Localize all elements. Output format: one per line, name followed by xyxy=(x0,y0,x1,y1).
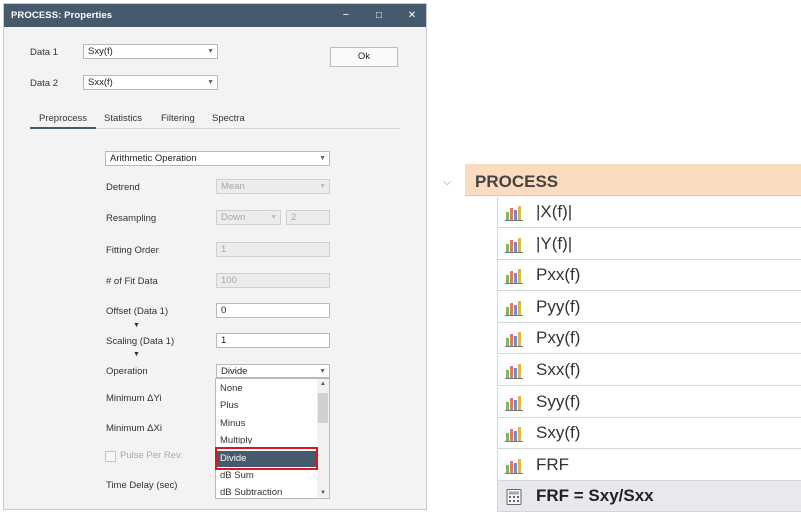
bar-chart-icon xyxy=(505,395,523,411)
tree-item[interactable]: Sxx(f) xyxy=(497,355,801,386)
operation-select[interactable]: Divide ▼ xyxy=(216,364,330,378)
operation-label: Operation xyxy=(106,366,148,377)
operation-type-value: Arithmetic Operation xyxy=(110,153,197,164)
tree-item-label: Pyy(f) xyxy=(536,296,581,316)
bar-chart-icon xyxy=(505,426,523,443)
option-minus[interactable]: Minus xyxy=(220,418,245,429)
tree-item-label: FRF = Sxy/Sxx xyxy=(536,486,654,506)
scaling-field[interactable]: 1 xyxy=(216,333,330,348)
min-dyi-label: Minimum ΔYi xyxy=(106,393,162,404)
pulse-per-rev-label: Pulse Per Rev. xyxy=(120,450,183,461)
title-bar: PROCESS: Properties − □ ✕ xyxy=(4,4,426,27)
offset-field[interactable]: 0 xyxy=(216,303,330,318)
fit-data-label: # of Fit Data xyxy=(106,276,158,287)
resampling-factor-field[interactable]: 2 xyxy=(286,210,330,225)
tree-item-label: Sxy(f) xyxy=(536,423,581,443)
tab-statistics[interactable]: Statistics xyxy=(104,113,142,124)
tab-filtering[interactable]: Filtering xyxy=(161,113,195,124)
data1-select[interactable]: Sxy(f) ▼ xyxy=(83,44,218,59)
tree-item-label: Pxx(f) xyxy=(536,265,581,285)
scroll-thumb[interactable] xyxy=(318,393,328,423)
bar-chart-icon xyxy=(505,300,523,316)
chevron-down-icon: ▼ xyxy=(207,48,214,55)
scroll-down-icon[interactable]: ▼ xyxy=(320,490,326,496)
process-properties-dialog: PROCESS: Properties − □ ✕ Data 1 Sxy(f) … xyxy=(3,3,427,510)
operation-dropdown-list: None Plus Minus Multiply Divide dB Sum d… xyxy=(215,378,330,499)
tree-item-label: Sxx(f) xyxy=(536,360,581,379)
scroll-up-icon[interactable]: ▲ xyxy=(320,381,326,387)
tree-item[interactable]: |X(f)| xyxy=(497,197,801,228)
tree-item[interactable]: Syy(f) xyxy=(497,386,801,418)
bar-chart-icon xyxy=(505,205,523,221)
ok-button[interactable]: Ok xyxy=(330,47,398,67)
bar-chart-icon xyxy=(505,268,523,285)
tree-item[interactable]: Pxx(f) xyxy=(497,260,801,292)
tree-item-label: Syy(f) xyxy=(536,391,581,411)
chevron-down-icon: ▼ xyxy=(207,79,214,86)
operation-type-select[interactable]: Arithmetic Operation ▼ xyxy=(105,151,330,166)
scaling-label: Scaling (Data 1) xyxy=(106,336,175,347)
highlight-box xyxy=(215,447,318,470)
flow-arrow-icon: ▼ xyxy=(133,351,140,358)
offset-label: Offset (Data 1) xyxy=(106,306,169,317)
tree-item-label: Pxy(f) xyxy=(536,328,581,348)
bar-chart-icon xyxy=(505,458,523,474)
tree-item[interactable]: Pyy(f) xyxy=(497,291,801,323)
chevron-down-icon: ▼ xyxy=(319,368,326,375)
time-delay-label: Time Delay (sec) xyxy=(106,480,178,491)
bar-chart-icon xyxy=(505,237,523,253)
window-title: PROCESS: Properties xyxy=(11,10,113,21)
data1-label: Data 1 xyxy=(30,47,58,58)
tree-item-label: |X(f)| xyxy=(536,202,573,221)
tree-item[interactable]: Pxy(f) xyxy=(497,323,801,355)
tree-item-formula[interactable]: FRF = Sxy/Sxx xyxy=(497,481,801,512)
tree-item[interactable]: Sxy(f) xyxy=(497,418,801,450)
dropdown-scrollbar[interactable]: ▲ ▼ xyxy=(317,379,329,498)
process-group-header[interactable]: PROCESS xyxy=(465,164,801,196)
detrend-select[interactable]: Mean ▼ xyxy=(216,179,330,194)
option-plus[interactable]: Plus xyxy=(220,400,238,411)
active-tab-indicator xyxy=(30,127,96,129)
tab-preprocess[interactable]: Preprocess xyxy=(39,113,87,124)
chevron-down-icon: ▼ xyxy=(270,214,277,221)
maximize-button[interactable]: □ xyxy=(366,7,392,24)
process-group-title: PROCESS xyxy=(475,172,559,191)
data1-value: Sxy(f) xyxy=(88,46,113,57)
minimize-button[interactable]: − xyxy=(333,7,359,24)
fitting-order-field[interactable]: 1 xyxy=(216,242,330,257)
tree-item-label: |Y(f)| xyxy=(536,233,573,253)
bar-chart-icon xyxy=(505,331,523,348)
fitting-order-label: Fitting Order xyxy=(106,245,159,256)
close-button[interactable]: ✕ xyxy=(399,7,425,24)
resampling-value: Down xyxy=(221,212,246,223)
bar-chart-icon xyxy=(505,363,523,379)
resampling-label: Resampling xyxy=(106,213,157,224)
resampling-select[interactable]: Down ▼ xyxy=(216,210,281,225)
tab-spectra[interactable]: Spectra xyxy=(212,113,245,124)
option-db-subtraction[interactable]: dB Subtraction xyxy=(220,487,282,498)
option-none[interactable]: None xyxy=(220,383,243,394)
tree-item-label: FRF xyxy=(536,454,570,474)
min-dxi-label: Minimum ΔXi xyxy=(106,423,162,434)
tree-item[interactable]: |Y(f)| xyxy=(497,228,801,260)
chevron-down-icon: ▼ xyxy=(319,155,326,162)
detrend-value: Mean xyxy=(221,181,245,192)
fit-data-field[interactable]: 100 xyxy=(216,273,330,288)
operation-value: Divide xyxy=(221,366,248,377)
pulse-per-rev-checkbox[interactable] xyxy=(105,451,116,462)
option-multiply[interactable]: Multiply xyxy=(220,435,252,444)
data2-select[interactable]: Sxx(f) ▼ xyxy=(83,75,218,90)
flow-arrow-icon: ▼ xyxy=(133,322,140,329)
data2-value: Sxx(f) xyxy=(88,77,113,88)
data2-label: Data 2 xyxy=(30,78,58,89)
collapse-chevron-icon[interactable]: ⌵ xyxy=(443,176,451,189)
chevron-down-icon: ▼ xyxy=(319,183,326,190)
option-db-sum[interactable]: dB Sum xyxy=(220,470,254,481)
calculator-icon xyxy=(505,489,523,506)
tree-item[interactable]: FRF xyxy=(497,449,801,481)
detrend-label: Detrend xyxy=(106,182,140,193)
